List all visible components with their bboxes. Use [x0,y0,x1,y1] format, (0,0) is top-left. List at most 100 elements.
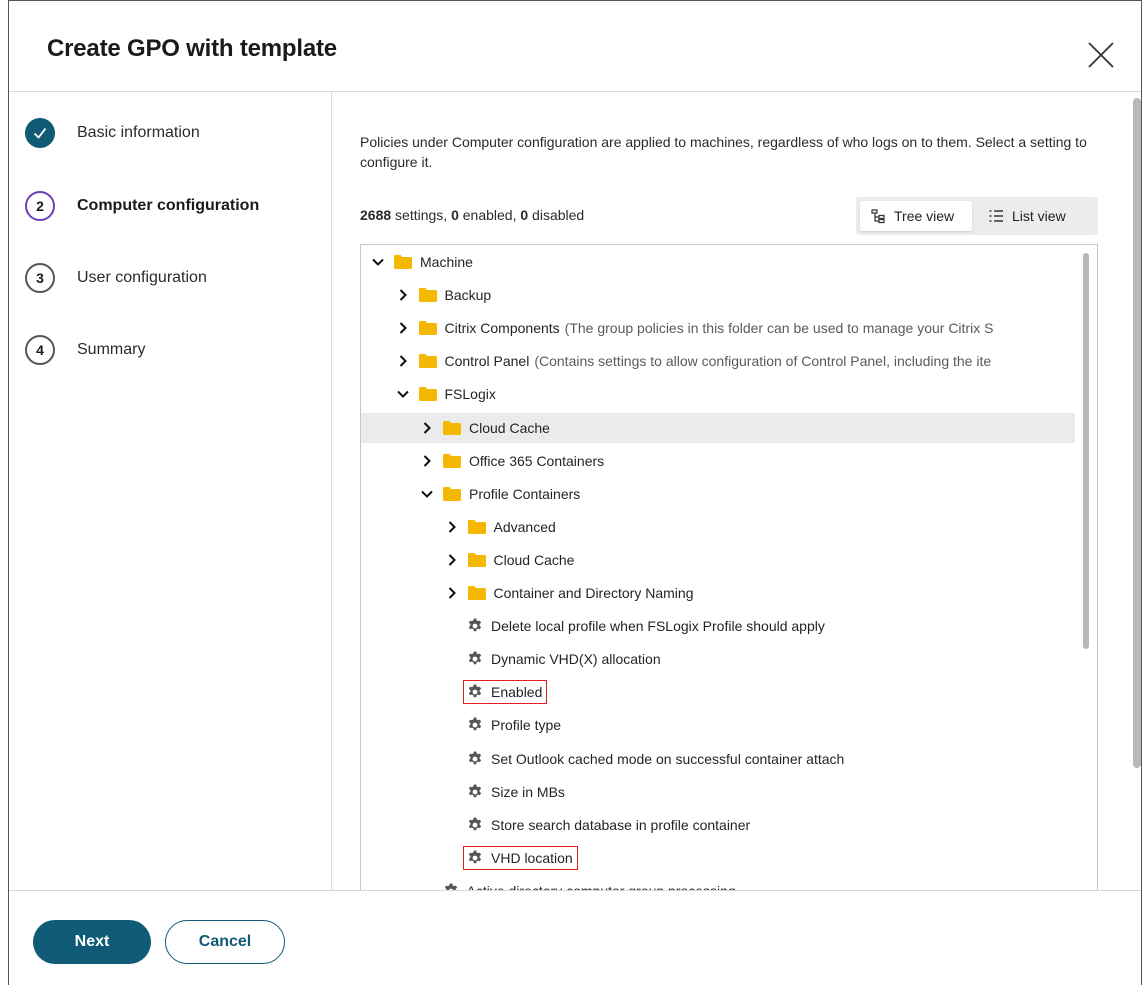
list-view-icon [989,210,1003,222]
tree-label: Size in MBs [491,783,565,800]
list-view-button[interactable]: List view [978,201,1092,231]
folder-icon [467,519,486,534]
disabled-count-label: disabled [528,207,585,223]
enabled-count: 0 [451,207,459,223]
tree-scrollbar[interactable] [1083,253,1089,649]
tree-folder-row[interactable]: FSLogix [361,379,1075,409]
page-description: Policies under Computer configuration ar… [360,134,1087,170]
settings-tree: Machine Backup Citrix Components (The group… [360,244,1098,890]
tree-setting-row[interactable]: Store search database in profile contain… [361,810,1075,840]
chevron-right-icon[interactable] [418,452,436,470]
enabled-count-label: enabled, [458,207,521,223]
chevron-right-icon[interactable] [443,551,461,569]
gear-icon [468,850,482,864]
tree-setting-row[interactable]: Delete local profile when FSLogix Profil… [361,611,1075,641]
chevron-right-icon[interactable] [394,286,412,304]
tree-label: Set Outlook cached mode on successful co… [491,750,845,767]
tree-folder-row[interactable]: Machine [361,247,1075,277]
tree-label: Backup [444,287,492,304]
step-number: 4 [25,335,55,365]
folder-icon [418,321,437,336]
tree-folder-row[interactable]: Profile Containers [361,479,1075,509]
tree-label: Cloud Cache [493,551,575,568]
view-toggle: Tree view List view [856,197,1098,235]
gear-icon [468,717,482,731]
tree-setting-row[interactable]: Set Outlook cached mode on successful co… [361,744,1075,774]
tree-label: Profile Containers [469,485,581,502]
step-basic-information[interactable]: Basic information [25,116,200,150]
chevron-down-icon[interactable] [369,253,387,271]
gear-icon [468,751,482,764]
chevron-right-icon[interactable] [394,319,412,337]
chevron-down-icon[interactable] [418,485,436,503]
highlight-box: Enabled [463,680,548,705]
tree-label: Active directory computer group processi… [467,883,736,890]
tree-label: Store search database in profile contain… [491,816,751,833]
chevron-right-icon[interactable] [394,352,412,370]
tree-folder-row[interactable]: Cloud Cache [361,412,1075,443]
gear-icon [468,651,482,665]
content-panel: Policies under Computer configuration ar… [332,92,1143,890]
dialog-footer: Next Cancel [9,890,1141,987]
tree-view-icon [871,209,885,224]
tree-label: Profile type [491,717,562,734]
tree-folder-row[interactable]: Control Panel (Contains settings to allow… [361,346,1075,376]
highlight-box: VHD location [463,845,578,870]
folder-icon [467,586,486,600]
close-icon[interactable] [1083,37,1119,73]
tree-label: VHD location [491,849,573,866]
content-scrollbar[interactable] [1133,98,1141,768]
settings-count-label: settings, [391,207,452,223]
gear-icon [468,684,482,698]
chevron-right-icon[interactable] [443,584,461,602]
tree-folder-row[interactable]: Office 365 Containers [361,446,1075,476]
step-user-configuration[interactable]: 3 User configuration [25,261,207,295]
tree-label: Control Panel [444,353,530,370]
chevron-right-icon[interactable] [418,419,436,437]
tree-setting-row[interactable]: Dynamic VHD(X) allocation [361,644,1075,674]
wizard-steps: Basic information 2 Computer configurati… [9,92,332,890]
tree-setting-row[interactable]: VHD location [361,843,1075,873]
step-summary[interactable]: 4 Summary [25,333,145,367]
tree-setting-row[interactable]: Size in MBs [361,777,1075,807]
step-label: Computer configuration [77,197,260,214]
step-number: 2 [25,191,55,221]
folder-icon [443,453,461,468]
cancel-button[interactable]: Cancel [165,920,285,964]
tree-label: Cloud Cache [469,419,550,436]
gear-icon [468,618,482,632]
tree-setting-row[interactable]: Active directory computer group processi… [361,876,1075,890]
folder-icon [467,552,486,567]
gear-icon [468,817,482,830]
gear-icon [468,784,482,797]
tree-folder-row[interactable]: Container and Directory Naming [361,578,1075,608]
tree-folder-row[interactable]: Cloud Cache [361,545,1075,575]
settings-count: 2688 [360,207,392,223]
tree-setting-row[interactable]: Profile type [361,710,1075,740]
chevron-right-icon[interactable] [443,518,461,536]
chevron-down-icon[interactable] [394,385,412,403]
dialog-header: Create GPO with template [9,1,1141,92]
tree-view-button[interactable]: Tree view [860,201,972,231]
tree-label: Delete local profile when FSLogix Profil… [491,618,825,635]
tree-label: Container and Directory Naming [493,585,694,601]
tree-label: Office 365 Containers [469,452,605,469]
tree-folder-row[interactable]: Citrix Components (The group policies in … [361,313,1075,343]
checkmark-icon [25,118,55,148]
tree-folder-row[interactable]: Backup [361,280,1075,310]
tree-label: Dynamic VHD(X) allocation [491,651,661,668]
next-button[interactable]: Next [33,920,151,964]
tree-folder-row[interactable]: Advanced [361,512,1075,542]
list-view-label: List view [1012,208,1066,224]
tree-label: FSLogix [444,386,496,403]
step-computer-configuration[interactable]: 2 Computer configuration [25,189,259,223]
step-number: 3 [25,263,55,293]
tree-description: (Contains settings to allow configuratio… [534,353,992,370]
tree-label: Enabled [491,684,543,701]
folder-icon [394,255,412,269]
tree-setting-row[interactable]: Enabled [361,677,1075,707]
folder-icon [443,486,461,501]
folder-icon [443,420,461,435]
step-label: User configuration [77,269,207,286]
tree-label: Citrix Components [444,320,560,337]
